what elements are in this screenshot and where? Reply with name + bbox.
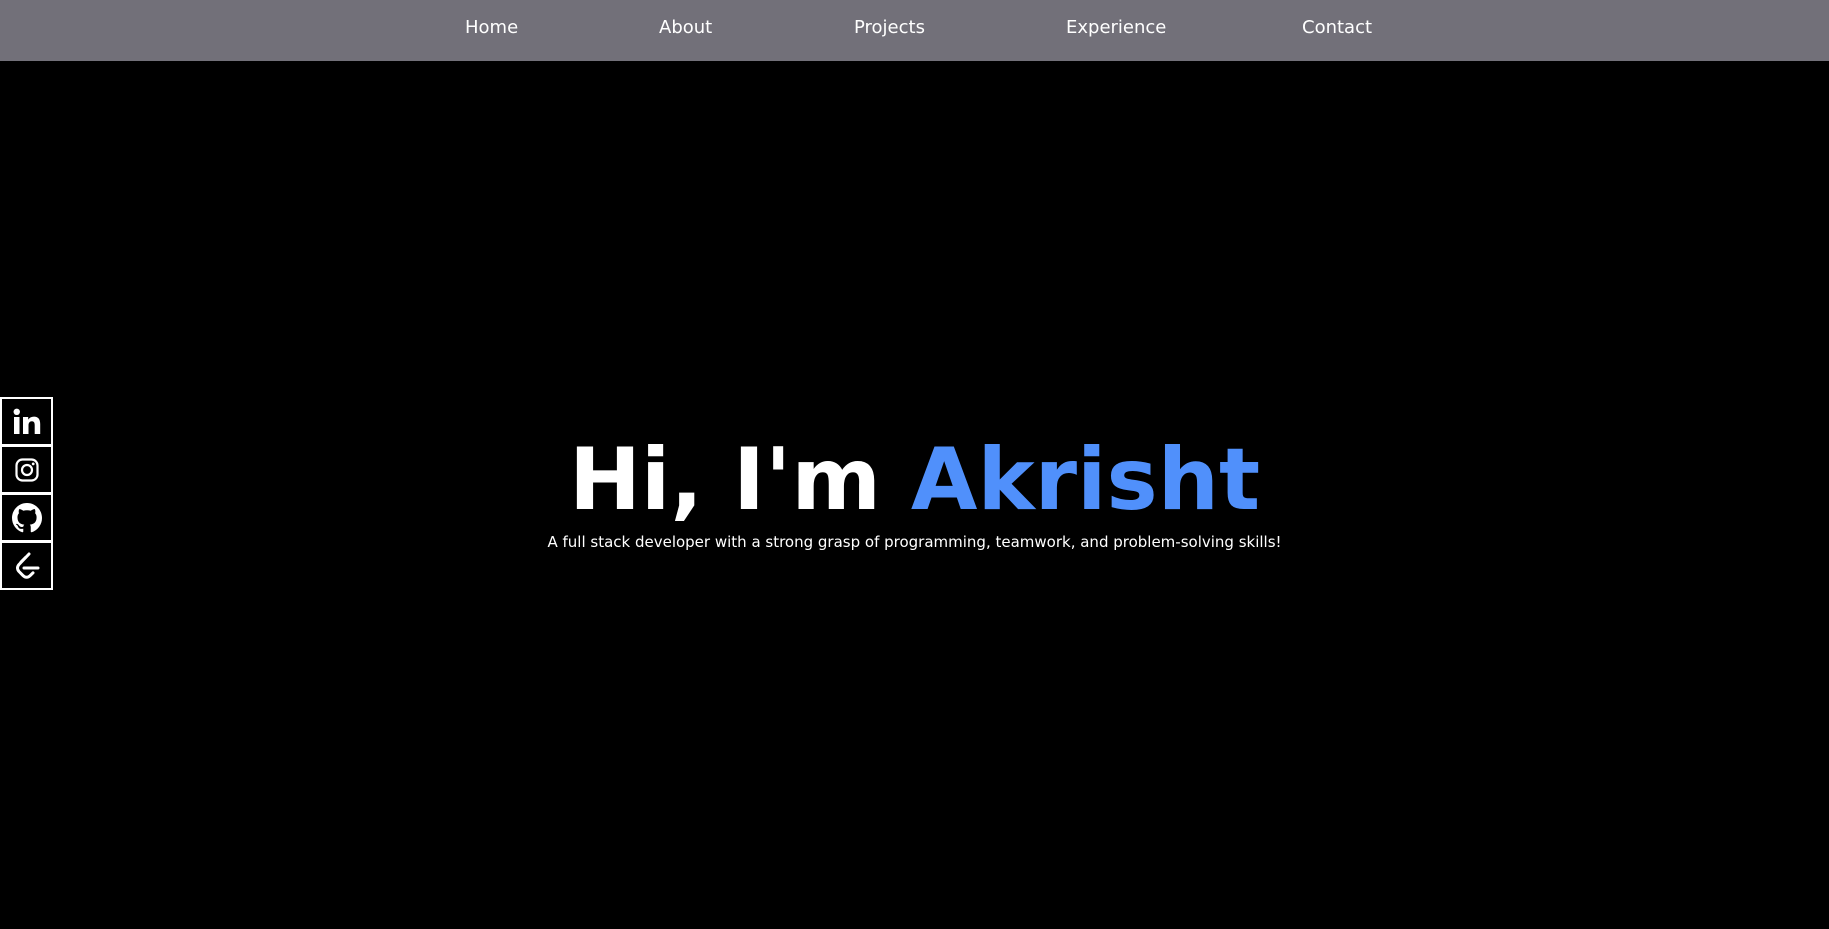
leetcode-icon [15, 552, 39, 579]
nav-projects-link[interactable]: Projects [854, 17, 925, 39]
nav-experience-link[interactable]: Experience [1066, 17, 1166, 39]
hero-name: Akrisht [910, 430, 1261, 530]
top-navbar: Home About Projects Experience Contact [0, 0, 1829, 61]
nav-about-link[interactable]: About [659, 17, 712, 39]
hero-section: Hi, I'm Akrisht A full stack developer w… [0, 430, 1829, 552]
nav-contact-link[interactable]: Contact [1302, 17, 1372, 39]
hero-greeting: Hi, I'm [568, 430, 911, 530]
nav-home-link[interactable]: Home [465, 17, 518, 39]
hero-tagline: A full stack developer with a strong gra… [547, 533, 1282, 551]
hero-heading: Hi, I'm Akrisht [0, 430, 1829, 530]
